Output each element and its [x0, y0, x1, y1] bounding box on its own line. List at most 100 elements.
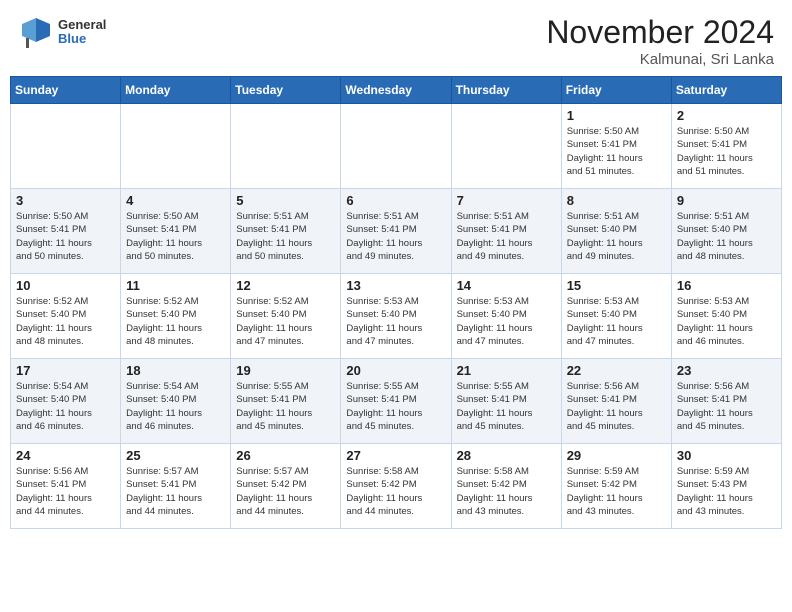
day-number: 18	[126, 363, 225, 378]
day-number: 21	[457, 363, 556, 378]
day-info: Sunrise: 5:53 AM Sunset: 5:40 PM Dayligh…	[567, 295, 666, 348]
day-of-week-header: Friday	[561, 77, 671, 104]
calendar-day-cell: 27 Sunrise: 5:58 AM Sunset: 5:42 PM Dayli…	[341, 444, 451, 529]
calendar-day-cell: 16Sunrise: 5:53 AM Sunset: 5:40 PM Dayli…	[671, 274, 781, 359]
day-info: Sunrise: 5:59 AM Sunset: 5:42 PM Dayligh…	[567, 465, 666, 518]
day-info: Sunrise: 5:58 AM Sunset: 5:42 PM Dayligh…	[457, 465, 556, 518]
day-of-week-header: Tuesday	[231, 77, 341, 104]
day-info: Sunrise: 5:57 AM Sunset: 5:41 PM Dayligh…	[126, 465, 225, 518]
day-info: Sunrise: 5:51 AM Sunset: 5:40 PM Dayligh…	[677, 210, 776, 263]
day-number: 2	[677, 108, 776, 123]
calendar-day-cell	[121, 104, 231, 189]
day-number: 4	[126, 193, 225, 208]
calendar-day-cell	[451, 104, 561, 189]
title-block: November 2024 Kalmunai, Sri Lanka	[546, 14, 774, 68]
calendar-day-cell: 11 Sunrise: 5:52 AM Sunset: 5:40 PM Dayli…	[121, 274, 231, 359]
calendar-week-row: 1Sunrise: 5:50 AM Sunset: 5:41 PM Daylig…	[11, 104, 782, 189]
day-info: Sunrise: 5:50 AM Sunset: 5:41 PM Dayligh…	[16, 210, 115, 263]
logo-general-text: General	[58, 18, 106, 32]
calendar-day-cell: 30Sunrise: 5:59 AM Sunset: 5:43 PM Dayli…	[671, 444, 781, 529]
calendar-day-cell	[341, 104, 451, 189]
day-of-week-header: Monday	[121, 77, 231, 104]
calendar-day-cell: 5 Sunrise: 5:51 AM Sunset: 5:41 PM Daylig…	[231, 189, 341, 274]
calendar-day-cell: 23 Sunrise: 5:56 AM Sunset: 5:41 PM Dayli…	[671, 359, 781, 444]
calendar-day-cell: 3Sunrise: 5:50 AM Sunset: 5:41 PM Daylig…	[11, 189, 121, 274]
day-number: 19	[236, 363, 335, 378]
calendar-day-cell: 4 Sunrise: 5:50 AM Sunset: 5:41 PM Daylig…	[121, 189, 231, 274]
logo: General Blue	[18, 14, 106, 50]
logo-text: General Blue	[58, 18, 106, 47]
day-info: Sunrise: 5:52 AM Sunset: 5:40 PM Dayligh…	[126, 295, 225, 348]
day-info: Sunrise: 5:55 AM Sunset: 5:41 PM Dayligh…	[457, 380, 556, 433]
calendar-day-cell	[11, 104, 121, 189]
calendar-day-cell: 26 Sunrise: 5:57 AM Sunset: 5:42 PM Dayli…	[231, 444, 341, 529]
day-number: 11	[126, 278, 225, 293]
calendar-week-row: 10 Sunrise: 5:52 AM Sunset: 5:40 PM Dayli…	[11, 274, 782, 359]
calendar-day-cell: 29 Sunrise: 5:59 AM Sunset: 5:42 PM Dayli…	[561, 444, 671, 529]
day-number: 20	[346, 363, 445, 378]
calendar-day-cell: 9 Sunrise: 5:51 AM Sunset: 5:40 PM Daylig…	[671, 189, 781, 274]
calendar-day-cell: 14 Sunrise: 5:53 AM Sunset: 5:40 PM Dayli…	[451, 274, 561, 359]
month-title: November 2024	[546, 14, 774, 51]
day-info: Sunrise: 5:52 AM Sunset: 5:40 PM Dayligh…	[236, 295, 335, 348]
day-info: Sunrise: 5:51 AM Sunset: 5:40 PM Dayligh…	[567, 210, 666, 263]
day-info: Sunrise: 5:50 AM Sunset: 5:41 PM Dayligh…	[677, 125, 776, 178]
day-number: 27	[346, 448, 445, 463]
day-info: Sunrise: 5:58 AM Sunset: 5:42 PM Dayligh…	[346, 465, 445, 518]
calendar-day-cell: 12 Sunrise: 5:52 AM Sunset: 5:40 PM Dayli…	[231, 274, 341, 359]
day-number: 26	[236, 448, 335, 463]
day-of-week-header: Wednesday	[341, 77, 451, 104]
day-info: Sunrise: 5:50 AM Sunset: 5:41 PM Dayligh…	[567, 125, 666, 178]
day-info: Sunrise: 5:57 AM Sunset: 5:42 PM Dayligh…	[236, 465, 335, 518]
day-number: 7	[457, 193, 556, 208]
day-info: Sunrise: 5:53 AM Sunset: 5:40 PM Dayligh…	[677, 295, 776, 348]
calendar-day-cell: 24Sunrise: 5:56 AM Sunset: 5:41 PM Dayli…	[11, 444, 121, 529]
calendar-header-row: SundayMondayTuesdayWednesdayThursdayFrid…	[11, 77, 782, 104]
calendar-day-cell: 21 Sunrise: 5:55 AM Sunset: 5:41 PM Dayli…	[451, 359, 561, 444]
day-number: 24	[16, 448, 115, 463]
day-info: Sunrise: 5:53 AM Sunset: 5:40 PM Dayligh…	[457, 295, 556, 348]
day-number: 22	[567, 363, 666, 378]
day-number: 13	[346, 278, 445, 293]
day-number: 23	[677, 363, 776, 378]
day-number: 9	[677, 193, 776, 208]
day-info: Sunrise: 5:55 AM Sunset: 5:41 PM Dayligh…	[236, 380, 335, 433]
calendar-week-row: 24Sunrise: 5:56 AM Sunset: 5:41 PM Dayli…	[11, 444, 782, 529]
day-info: Sunrise: 5:51 AM Sunset: 5:41 PM Dayligh…	[346, 210, 445, 263]
day-number: 28	[457, 448, 556, 463]
day-info: Sunrise: 5:51 AM Sunset: 5:41 PM Dayligh…	[457, 210, 556, 263]
day-info: Sunrise: 5:51 AM Sunset: 5:41 PM Dayligh…	[236, 210, 335, 263]
day-number: 14	[457, 278, 556, 293]
calendar-day-cell: 10 Sunrise: 5:52 AM Sunset: 5:40 PM Dayli…	[11, 274, 121, 359]
logo-icon	[18, 14, 54, 50]
day-number: 25	[126, 448, 225, 463]
day-number: 17	[16, 363, 115, 378]
day-info: Sunrise: 5:52 AM Sunset: 5:40 PM Dayligh…	[16, 295, 115, 348]
calendar-day-cell: 15 Sunrise: 5:53 AM Sunset: 5:40 PM Dayli…	[561, 274, 671, 359]
day-info: Sunrise: 5:56 AM Sunset: 5:41 PM Dayligh…	[567, 380, 666, 433]
calendar-day-cell: 2 Sunrise: 5:50 AM Sunset: 5:41 PM Daylig…	[671, 104, 781, 189]
day-number: 6	[346, 193, 445, 208]
day-of-week-header: Saturday	[671, 77, 781, 104]
day-number: 10	[16, 278, 115, 293]
calendar-day-cell: 6 Sunrise: 5:51 AM Sunset: 5:41 PM Daylig…	[341, 189, 451, 274]
calendar-table: SundayMondayTuesdayWednesdayThursdayFrid…	[10, 76, 782, 529]
day-info: Sunrise: 5:54 AM Sunset: 5:40 PM Dayligh…	[126, 380, 225, 433]
calendar-day-cell	[231, 104, 341, 189]
day-number: 8	[567, 193, 666, 208]
day-number: 12	[236, 278, 335, 293]
location: Kalmunai, Sri Lanka	[546, 51, 774, 68]
calendar-day-cell: 18 Sunrise: 5:54 AM Sunset: 5:40 PM Dayli…	[121, 359, 231, 444]
day-number: 15	[567, 278, 666, 293]
day-number: 5	[236, 193, 335, 208]
calendar-day-cell: 8 Sunrise: 5:51 AM Sunset: 5:40 PM Daylig…	[561, 189, 671, 274]
calendar-day-cell: 19 Sunrise: 5:55 AM Sunset: 5:41 PM Dayli…	[231, 359, 341, 444]
header: General Blue November 2024 Kalmunai, Sri…	[0, 0, 792, 76]
day-number: 29	[567, 448, 666, 463]
calendar-day-cell: 7 Sunrise: 5:51 AM Sunset: 5:41 PM Daylig…	[451, 189, 561, 274]
calendar-week-row: 17 Sunrise: 5:54 AM Sunset: 5:40 PM Dayli…	[11, 359, 782, 444]
day-info: Sunrise: 5:53 AM Sunset: 5:40 PM Dayligh…	[346, 295, 445, 348]
calendar-day-cell: 20Sunrise: 5:55 AM Sunset: 5:41 PM Dayli…	[341, 359, 451, 444]
day-info: Sunrise: 5:56 AM Sunset: 5:41 PM Dayligh…	[677, 380, 776, 433]
day-info: Sunrise: 5:50 AM Sunset: 5:41 PM Dayligh…	[126, 210, 225, 263]
